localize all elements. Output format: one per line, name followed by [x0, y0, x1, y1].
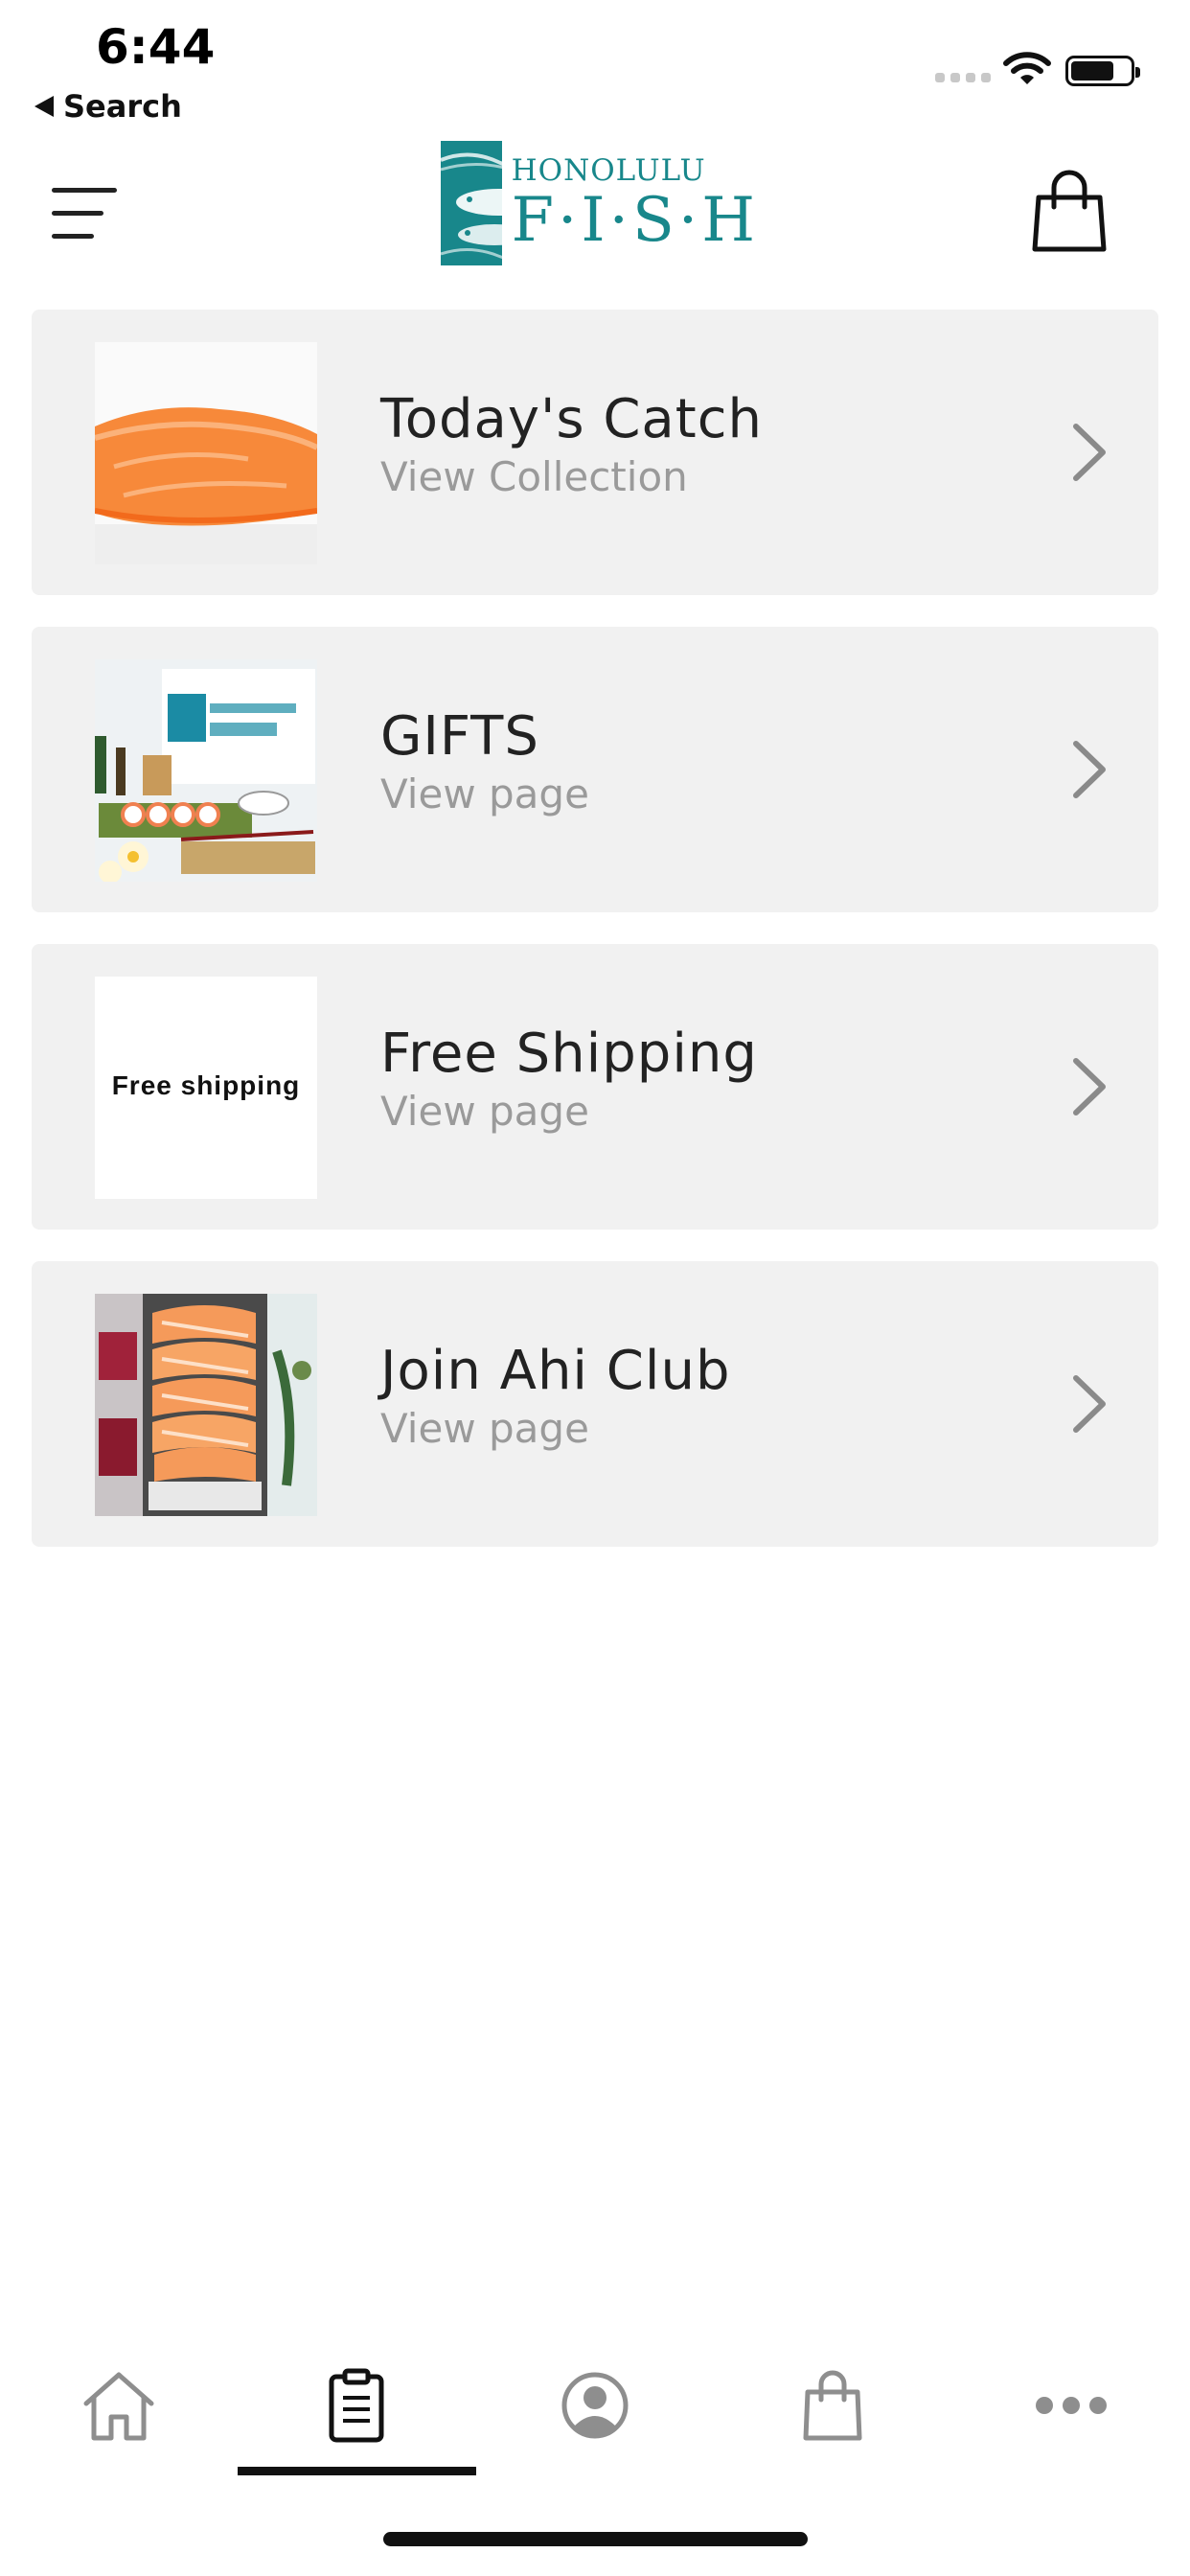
list-item-title: GIFTS — [380, 705, 539, 768]
list-item-title: Today's Catch — [380, 388, 763, 450]
list-item-subtitle: View page — [380, 1088, 589, 1135]
back-link-label: Search — [63, 88, 182, 125]
list-item-subtitle: View page — [380, 770, 589, 817]
list-item-gifts[interactable]: GIFTS View page — [32, 627, 1158, 912]
list-item-title: Free Shipping — [380, 1023, 758, 1085]
tab-collections[interactable] — [309, 2358, 404, 2453]
cellular-signal-icon — [935, 73, 991, 82]
back-to-search-link[interactable]: Search — [34, 88, 182, 125]
list-item-subtitle: View Collection — [380, 453, 688, 500]
back-arrow-icon — [34, 96, 54, 117]
account-icon — [561, 2372, 629, 2439]
home-icon — [83, 2372, 154, 2441]
list-item-join-ahi-club[interactable]: Join Ahi Club View page — [32, 1261, 1158, 1547]
collection-list: Today's Catch View Collection GIFTS View… — [32, 310, 1158, 1578]
chevron-right-icon — [1073, 1058, 1106, 1116]
list-item-subtitle: View page — [380, 1405, 589, 1452]
free-shipping-thumb-text: Free shipping — [111, 1070, 301, 1100]
battery-icon — [1065, 56, 1140, 86]
bottom-tab-bar — [0, 2338, 1190, 2472]
tab-more[interactable] — [1023, 2358, 1119, 2453]
logo-wordmark: HONOLULU F·I·S·H — [512, 153, 759, 253]
list-item-todays-catch[interactable]: Today's Catch View Collection — [32, 310, 1158, 595]
status-bar: 6:44 Search — [0, 0, 1190, 134]
shopping-bag-icon — [803, 2370, 862, 2441]
list-item-free-shipping[interactable]: Free shipping Free Shipping View page — [32, 944, 1158, 1230]
free-shipping-image: Free shipping — [95, 977, 317, 1199]
logo-line2: F·I·S·H — [511, 185, 759, 256]
hamburger-menu-icon[interactable] — [48, 176, 125, 253]
chevron-right-icon — [1073, 424, 1106, 481]
tab-home[interactable] — [71, 2358, 167, 2453]
app-header: HONOLULU F·I·S·H — [0, 134, 1190, 297]
tab-cart[interactable] — [785, 2358, 881, 2453]
chevron-right-icon — [1073, 1375, 1106, 1433]
home-indicator — [383, 2532, 808, 2546]
sashimi-image — [95, 1294, 317, 1516]
wifi-icon — [1003, 52, 1051, 84]
status-time: 6:44 — [96, 19, 216, 75]
salmon-fillet-image — [95, 342, 317, 564]
chevron-right-icon — [1073, 741, 1106, 798]
tab-account[interactable] — [547, 2358, 643, 2453]
active-tab-indicator — [238, 2467, 476, 2475]
logo-line1: HONOLULU — [511, 153, 706, 188]
honolulu-fish-logo[interactable]: HONOLULU F·I·S·H — [441, 138, 759, 268]
shopping-bag-icon[interactable] — [1031, 169, 1108, 255]
list-item-title: Join Ahi Club — [380, 1340, 731, 1402]
clipboard-icon — [329, 2368, 384, 2443]
more-icon — [1036, 2397, 1107, 2414]
gift-set-image — [95, 659, 317, 882]
fish-logo-mark-icon — [441, 141, 502, 265]
